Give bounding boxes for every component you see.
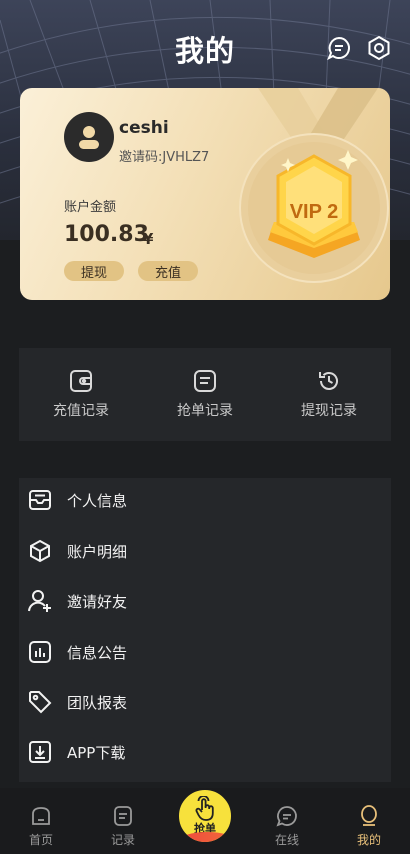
chat-icon xyxy=(276,806,297,827)
download-icon xyxy=(29,741,51,763)
menu-item-announcements[interactable]: 信息公告 xyxy=(19,627,391,677)
list-icon xyxy=(114,806,132,826)
bar-chart-icon xyxy=(29,641,51,663)
history-icon xyxy=(319,372,338,390)
menu-item-invite-friends[interactable]: 邀请好友 xyxy=(19,576,391,626)
quick-action-label: 充值记录 xyxy=(53,403,109,419)
cube-icon xyxy=(30,539,50,563)
menu-item-label: 账户明细 xyxy=(67,542,128,561)
tag-icon xyxy=(29,691,52,714)
gear-hexagon-icon[interactable] xyxy=(366,35,392,61)
balance-label: 账户金额 xyxy=(64,200,117,215)
home-icon xyxy=(32,807,50,825)
profile-card: ceshi 邀请码:JVHLZ7 账户金额 100.83 ¥ 提现 充值 VIP… xyxy=(20,88,390,300)
menu-item-account-details[interactable]: 账户明细 xyxy=(19,526,391,576)
quick-actions: 充值记录 抢单记录 提现记录 xyxy=(19,348,391,441)
menu-item-label: 团队报表 xyxy=(67,693,128,712)
username: ceshi xyxy=(119,118,169,138)
quick-action-label: 抢单记录 xyxy=(177,403,233,419)
chat-bubble-icon[interactable] xyxy=(326,35,352,61)
menu-item-personal-info[interactable]: 个人信息 xyxy=(19,475,391,525)
avatar[interactable] xyxy=(64,112,114,162)
recharge-button[interactable]: 充值 xyxy=(138,261,198,281)
wallet-icon xyxy=(70,370,92,392)
withdraw-button[interactable]: 提现 xyxy=(64,261,124,281)
menu-item-label: 信息公告 xyxy=(67,643,128,662)
menu-item-label: 个人信息 xyxy=(67,491,128,510)
quick-action-withdraw-records[interactable]: 提现记录 xyxy=(267,348,391,441)
tab-label: 我的 xyxy=(356,833,381,847)
user-add-icon xyxy=(28,590,51,612)
tab-label: 在线 xyxy=(274,833,299,847)
balance-value: 100.83 xyxy=(64,222,149,247)
quick-action-order-records[interactable]: 抢单记录 xyxy=(143,348,267,441)
person-icon xyxy=(361,805,377,826)
menu-item-team-report[interactable]: 团队报表 xyxy=(19,677,391,727)
quick-action-label: 提现记录 xyxy=(301,403,357,419)
quick-action-recharge-records[interactable]: 充值记录 xyxy=(19,348,143,441)
inbox-icon xyxy=(29,490,51,510)
vip-medal-icon: VIP 2 xyxy=(239,133,389,283)
menu-item-app-download[interactable]: APP下载 xyxy=(19,727,391,777)
settings-menu: 个人信息 账户明细 邀请好友 信息公告 团队报表 APP下载 xyxy=(19,478,391,782)
user-avatar-icon xyxy=(79,126,99,149)
invite-code: 邀请码:JVHLZ7 xyxy=(119,150,210,165)
vip-level-text: VIP 2 xyxy=(290,201,339,223)
tap-hand-icon xyxy=(195,796,214,821)
grab-order-button[interactable]: 抢单 xyxy=(177,788,233,844)
menu-item-label: APP下载 xyxy=(67,743,126,762)
tab-records[interactable]: 记录 xyxy=(82,788,164,854)
tab-label: 记录 xyxy=(110,833,135,847)
balance-unit: ¥ xyxy=(143,230,154,248)
tab-mine[interactable]: 我的 xyxy=(328,788,410,854)
document-icon xyxy=(194,370,216,392)
tab-label: 首页 xyxy=(28,833,53,847)
tab-home[interactable]: 首页 xyxy=(0,788,82,854)
tab-online[interactable]: 在线 xyxy=(246,788,328,854)
menu-item-label: 邀请好友 xyxy=(67,592,128,611)
